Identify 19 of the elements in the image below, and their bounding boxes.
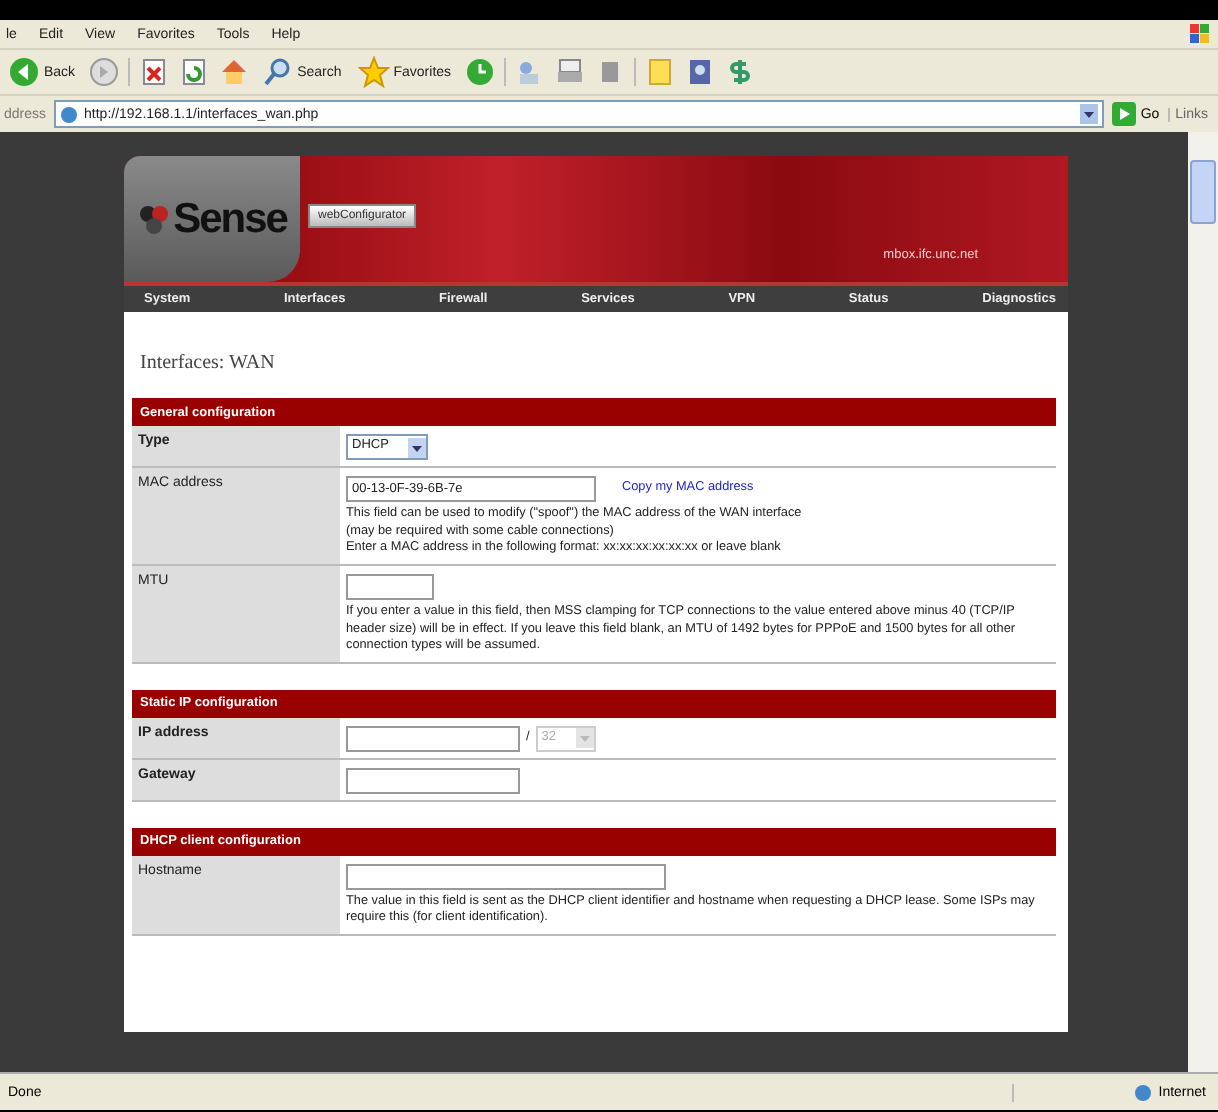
- history-icon[interactable]: [463, 56, 496, 88]
- print-icon[interactable]: [553, 56, 586, 88]
- scrollbar[interactable]: [1188, 132, 1218, 1072]
- logo-icon: [137, 203, 170, 235]
- logo: Sense: [173, 195, 287, 243]
- stop-icon[interactable]: [137, 56, 170, 88]
- search-icon: [261, 56, 294, 88]
- globe-icon: [1134, 1083, 1153, 1101]
- windows-flag-icon: [1190, 24, 1210, 44]
- forward-icon[interactable]: [87, 56, 120, 88]
- home-icon[interactable]: [217, 56, 250, 88]
- text-field[interactable]: [346, 573, 434, 600]
- ip-address-field[interactable]: [346, 725, 520, 752]
- page-title: Interfaces: WAN: [140, 352, 277, 374]
- text-field[interactable]: [346, 863, 666, 890]
- refresh-icon[interactable]: [177, 56, 210, 88]
- notes-icon[interactable]: [643, 56, 676, 88]
- text-field[interactable]: [346, 767, 520, 794]
- star-icon: [357, 56, 390, 88]
